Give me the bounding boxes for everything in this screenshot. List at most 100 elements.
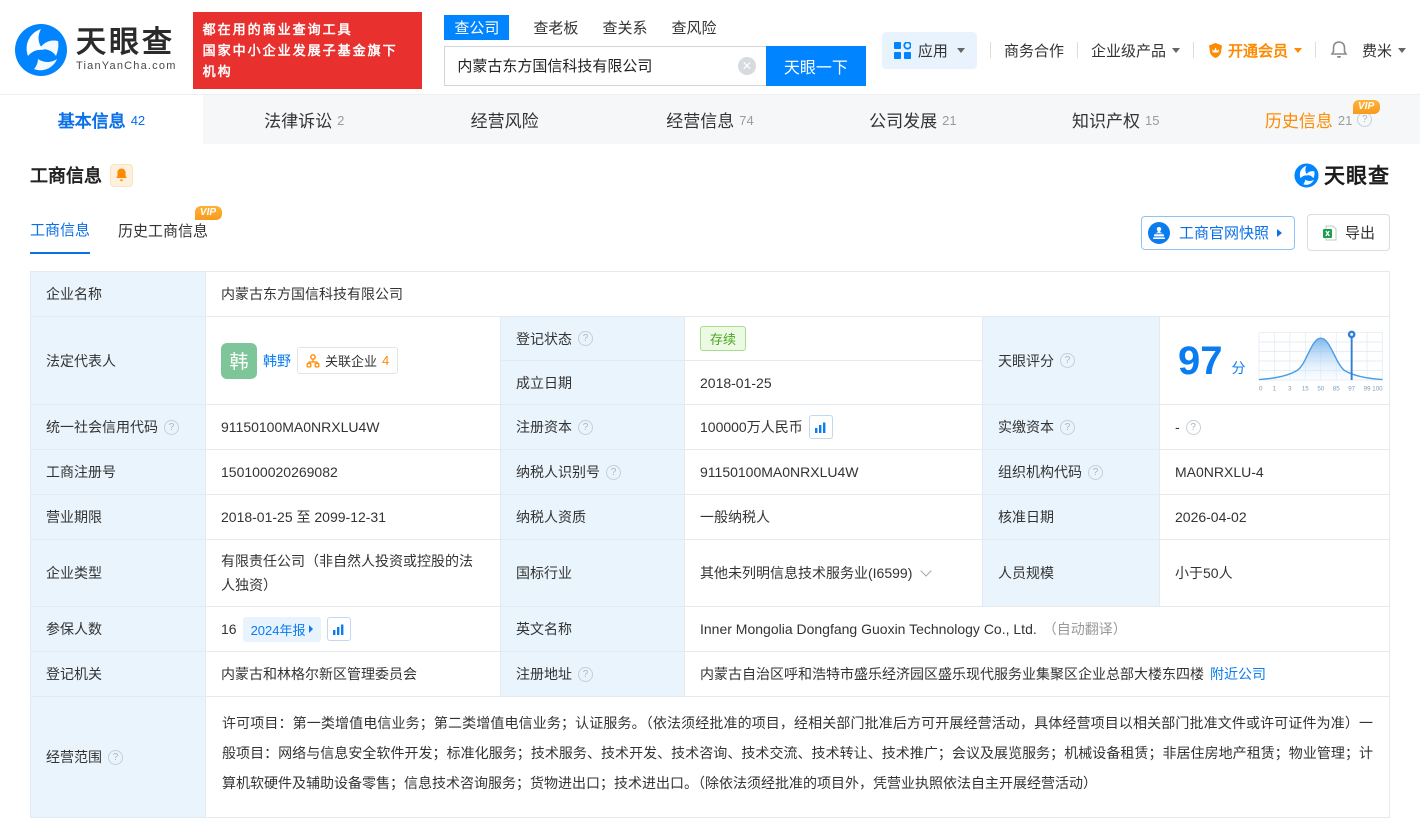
- tab-label: 历史信息: [1264, 112, 1333, 131]
- search-tab-company[interactable]: 查公司: [444, 14, 510, 40]
- user-menu[interactable]: 费米: [1362, 40, 1406, 61]
- company-nav-tabs: 基本信息 42 法律诉讼 2 经营风险 经营信息 74 公司发展 21 知识产权…: [0, 94, 1420, 144]
- cooperation-label: 商务合作: [1003, 42, 1064, 60]
- field-value-industry[interactable]: 其他未列明信息技术服务业(I6599): [685, 540, 983, 607]
- business-info-card: 工商信息 天眼查 工商信息 VIP 历史工商信息 工商官网快照 导出 企业名称 …: [0, 160, 1420, 826]
- field-label-business-scope: 经营范围?: [31, 697, 206, 818]
- field-value-business-scope: 许可项目：第一类增值电信业务；第二类增值电信业务；认证服务。（依法须经批准的项目…: [206, 697, 1390, 818]
- vip-badge: VIP: [1353, 100, 1381, 114]
- apps-caret-icon: [956, 47, 965, 53]
- watermark-logo-icon: [1294, 162, 1319, 188]
- related-label: 关联企业: [325, 354, 378, 369]
- search-tab-relation[interactable]: 查关系: [602, 17, 647, 38]
- field-value-staff-size: 小于50人: [1160, 540, 1390, 607]
- field-label-company-type: 企业类型: [31, 540, 206, 607]
- field-label-industry: 国标行业: [501, 540, 685, 607]
- tab-label: 基本信息: [57, 112, 126, 131]
- search-button[interactable]: 天眼一下: [765, 45, 866, 86]
- help-icon[interactable]: ?: [1088, 464, 1103, 480]
- capital-chart-icon[interactable]: [808, 415, 833, 439]
- field-label-legal-representative: 法定代表人: [31, 317, 206, 405]
- field-label-registered-capital: 注册资本?: [501, 405, 685, 450]
- menu-cooperation[interactable]: 商务合作: [1004, 40, 1064, 61]
- help-icon[interactable]: ?: [1185, 419, 1201, 435]
- field-value-tianyan-score[interactable]: 97 分 0 1 3 15 50 85 97 99 100: [1160, 317, 1390, 405]
- help-icon[interactable]: ?: [578, 419, 593, 435]
- org-chart-icon: [306, 353, 320, 368]
- help-icon[interactable]: ?: [1357, 112, 1373, 127]
- score-distribution-chart: 0 1 3 15 50 85 97 99 100: [1258, 330, 1383, 392]
- watermark-logo: 天眼查: [1294, 160, 1390, 190]
- monitor-bell-icon[interactable]: [110, 163, 133, 187]
- field-value-approval-date: 2026-04-02: [1160, 495, 1390, 540]
- menu-enterprise[interactable]: 企业级产品: [1091, 40, 1180, 61]
- field-label-insured-count: 参保人数: [31, 607, 206, 652]
- field-value-company-name: 内蒙古东方国信科技有限公司: [206, 272, 1390, 317]
- tab-history-info[interactable]: VIP 历史信息 21 ?: [1217, 95, 1420, 144]
- tab-count: 74: [739, 113, 754, 128]
- search-tabs: 查公司 查老板 查关系 查风险: [444, 14, 866, 40]
- tab-company-development[interactable]: 公司发展 21: [811, 95, 1014, 144]
- field-label-registration-status: 登记状态?: [501, 317, 685, 361]
- related-companies-badge[interactable]: 关联企业 4: [297, 347, 399, 374]
- svg-text:99: 99: [1363, 385, 1370, 392]
- field-value-english-name: Inner Mongolia Dongfang Guoxin Technolog…: [685, 607, 1390, 652]
- field-value-taxpayer-id: 91150100MA0NRXLU4W: [685, 450, 983, 495]
- help-icon[interactable]: ?: [108, 749, 123, 765]
- logo-title: 天眼查: [76, 26, 175, 59]
- tab-business-risk[interactable]: 经营风险: [406, 95, 609, 144]
- tab-label: 公司发展: [869, 112, 938, 131]
- stamp-icon: [1147, 221, 1170, 244]
- promo-banner-line1: 都在用的商业查询工具: [202, 21, 353, 37]
- field-label-tianyan-score: 天眼评分?: [983, 317, 1160, 405]
- nearby-companies-link[interactable]: 附近公司: [1210, 664, 1266, 684]
- menu-open-vip[interactable]: 开通会员: [1207, 40, 1302, 61]
- field-label-company-name: 企业名称: [31, 272, 206, 317]
- field-value-registered-capital: 100000万人民币: [685, 405, 983, 450]
- tab-label: 经营风险: [470, 112, 539, 131]
- help-icon[interactable]: ?: [606, 464, 621, 480]
- tab-count: 42: [130, 113, 146, 128]
- apps-grid-icon: [893, 41, 911, 59]
- subtab-history-business-info[interactable]: VIP 历史工商信息: [118, 206, 223, 253]
- search-tab-risk[interactable]: 查风险: [671, 17, 716, 38]
- legal-rep-avatar[interactable]: 韩: [221, 342, 257, 379]
- official-snapshot-button[interactable]: 工商官网快照: [1140, 215, 1295, 250]
- field-value-organization-code: MA0NRXLU-4: [1160, 450, 1390, 495]
- field-label-credit-code: 统一社会信用代码?: [31, 405, 206, 450]
- subtab-business-info[interactable]: 工商信息: [30, 219, 91, 254]
- promo-banner: 都在用的商业查询工具 国家中小企业发展子基金旗下机构: [192, 11, 423, 89]
- help-icon[interactable]: ?: [164, 419, 179, 435]
- insured-chart-icon[interactable]: [326, 617, 351, 641]
- field-label-registration-authority: 登记机关: [31, 652, 206, 697]
- notification-bell-icon[interactable]: [1329, 40, 1349, 60]
- help-icon[interactable]: ?: [578, 331, 593, 346]
- status-badge: 存续: [700, 326, 747, 351]
- tianyancha-logo[interactable]: 天眼查 TianYanCha.com: [14, 23, 177, 77]
- search-area: 查公司 查老板 查关系 查风险 ✕ 天眼一下: [444, 14, 866, 86]
- tab-legal-proceedings[interactable]: 法律诉讼 2: [203, 95, 406, 144]
- search-input[interactable]: [444, 45, 766, 86]
- help-icon[interactable]: ?: [1060, 419, 1075, 435]
- search-tab-boss[interactable]: 查老板: [533, 17, 578, 38]
- clear-icon[interactable]: ✕: [737, 56, 756, 75]
- tab-business-info[interactable]: 经营信息 74: [609, 95, 812, 144]
- annual-report-badge[interactable]: 2024年报: [242, 616, 321, 642]
- apps-label: 应用: [917, 42, 948, 60]
- tab-basic-info[interactable]: 基本信息 42: [0, 95, 203, 144]
- help-icon[interactable]: ?: [578, 666, 593, 682]
- tab-count: 15: [1144, 113, 1160, 128]
- svg-text:0: 0: [1258, 385, 1262, 392]
- help-icon[interactable]: ?: [1060, 353, 1075, 368]
- excel-icon: [1322, 225, 1337, 240]
- apps-menu[interactable]: 应用: [881, 31, 977, 69]
- export-button[interactable]: 导出: [1306, 214, 1390, 251]
- legal-rep-name-link[interactable]: 韩野: [263, 351, 291, 371]
- vip-caret-icon: [1293, 47, 1302, 53]
- business-info-table: 企业名称 内蒙古东方国信科技有限公司 法定代表人 韩 韩野 关联企业 4 登记状…: [30, 271, 1390, 818]
- arrow-right-icon: [1276, 228, 1282, 237]
- svg-text:97: 97: [1348, 385, 1355, 392]
- tab-intellectual-property[interactable]: 知识产权 15: [1014, 95, 1217, 144]
- chevron-down-icon[interactable]: [920, 565, 933, 577]
- export-label: 导出: [1344, 225, 1375, 242]
